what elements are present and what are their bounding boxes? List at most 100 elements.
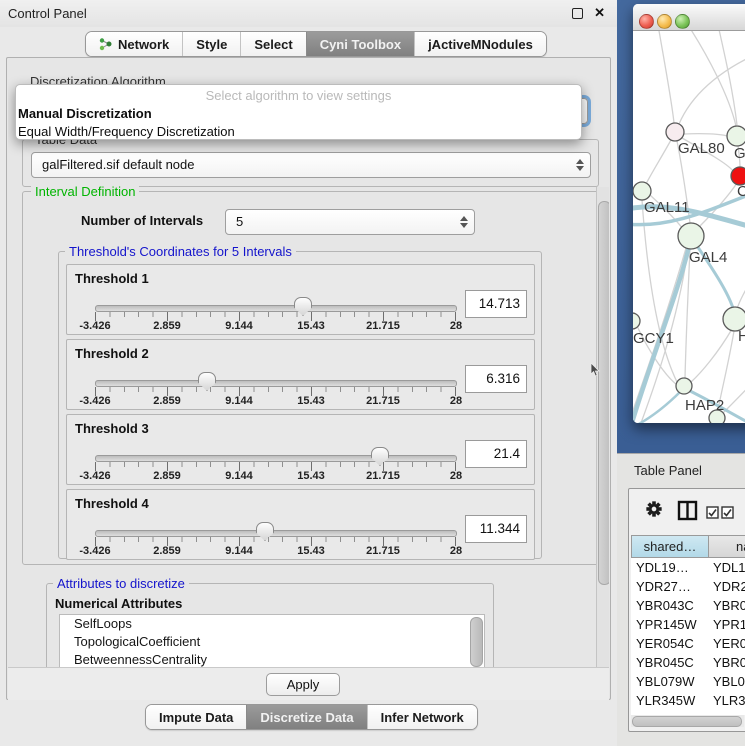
- close-traffic-light[interactable]: [639, 14, 654, 29]
- control-panel-titlebar: Control Panel ✕: [0, 0, 617, 27]
- numerical-attributes-list: SelfLoops TopologicalCoefficient Between…: [59, 614, 485, 667]
- scrollbar-thumb[interactable]: [598, 201, 609, 585]
- panel-vertical-scrollbar[interactable]: [596, 187, 609, 667]
- node-gal11[interactable]: [633, 182, 651, 200]
- tab-style[interactable]: Style: [182, 32, 240, 56]
- tick-label: 15.43: [297, 470, 325, 482]
- table-row[interactable]: YLR345WYLR3: [631, 691, 745, 710]
- list-item-selfloops[interactable]: SelfLoops: [60, 615, 484, 633]
- list-item-betweennesscentrality[interactable]: BetweennessCentrality: [60, 651, 484, 667]
- number-of-intervals-label: Number of Intervals: [81, 213, 203, 228]
- table-data-group: Table Data galFiltered.sif default node: [22, 139, 599, 187]
- table-row[interactable]: YBR045CYBR0: [631, 653, 745, 672]
- cyni-toolbox-panel: Discretization Algorithm Select algorith…: [6, 57, 611, 700]
- combo-arrows-icon: [459, 215, 468, 229]
- table-row[interactable]: YPR145WYPR1: [631, 615, 745, 634]
- threshold-1-slider-track[interactable]: [95, 305, 457, 312]
- threshold-3-slider-track[interactable]: [95, 455, 457, 462]
- tab-cyni-toolbox[interactable]: Cyni Toolbox: [306, 32, 414, 56]
- threshold-4-slider-track[interactable]: [95, 530, 457, 537]
- tab-label-cyni-toolbox: Cyni Toolbox: [320, 37, 401, 52]
- table-row[interactable]: YDR27…YDR2: [631, 577, 745, 596]
- tick-label: 15.43: [297, 395, 325, 407]
- slider-ticks: [95, 537, 456, 546]
- mouse-cursor: [590, 363, 600, 377]
- slider-ticks: [95, 387, 456, 396]
- tab-discretize-data[interactable]: Discretize Data: [246, 705, 366, 729]
- tab-jactivemnodules[interactable]: jActiveMNodules: [414, 32, 546, 56]
- list-item-topologicalcoefficient[interactable]: TopologicalCoefficient: [60, 633, 484, 651]
- panel-title: Control Panel: [8, 6, 87, 21]
- tab-select[interactable]: Select: [240, 32, 305, 56]
- dropdown-item-equal-width-frequency[interactable]: Equal Width/Frequency Discretization: [16, 123, 581, 141]
- cell-shared-name: YBL079W: [631, 672, 709, 691]
- tick-label: 9.144: [225, 320, 253, 332]
- node-label-gal11: GAL11: [644, 199, 690, 216]
- cell-shared-name: YBR043C: [631, 596, 709, 615]
- split-columns-icon[interactable]: [677, 500, 698, 521]
- apply-button[interactable]: Apply: [266, 673, 340, 696]
- node-hap2[interactable]: [676, 378, 692, 394]
- threshold-1-label: Threshold 1: [75, 271, 149, 286]
- node-label-partial-c: C: [737, 183, 745, 200]
- slider-ticks: [95, 312, 456, 321]
- scrollbar-thumb[interactable]: [632, 716, 742, 727]
- combo-arrows-icon: [575, 158, 584, 172]
- attributes-group-title: Attributes to discretize: [53, 576, 189, 591]
- numerical-attributes-heading: Numerical Attributes: [55, 596, 182, 611]
- threshold-2-label: Threshold 2: [75, 346, 149, 361]
- threshold-3-label: Threshold 3: [75, 421, 149, 436]
- tab-impute-data[interactable]: Impute Data: [146, 705, 246, 729]
- control-panel-window: Control Panel ✕ Network Style Select Cyn…: [0, 0, 618, 745]
- table-row[interactable]: YER054CYER0: [631, 634, 745, 653]
- network-icon: [99, 37, 112, 51]
- threshold-coordinates-title: Threshold's Coordinates for 5 Intervals: [65, 244, 296, 259]
- table-panel: shared… name YDL19…YDL1 YDR27…YDR2 YBR04…: [628, 488, 745, 732]
- node-label-gcy1: GCY1: [633, 330, 674, 347]
- tab-network[interactable]: Network: [86, 32, 182, 56]
- bottom-tab-bar: Impute Data Discretize Data Infer Networ…: [145, 704, 478, 730]
- table-horizontal-scrollbar[interactable]: [631, 715, 744, 727]
- threshold-1-value-field[interactable]: 14.713: [465, 290, 527, 318]
- node-label-partial-h: H: [738, 328, 745, 345]
- table-data-combobox[interactable]: galFiltered.sif default node: [31, 152, 591, 178]
- node-gal80[interactable]: [666, 123, 684, 141]
- threshold-4-value-field[interactable]: 11.344: [465, 515, 527, 543]
- node-gal4[interactable]: [678, 223, 704, 249]
- threshold-2-value-field[interactable]: 6.316: [465, 365, 527, 393]
- table-row[interactable]: YDL19…YDL1: [631, 558, 745, 577]
- minimize-traffic-light[interactable]: [657, 14, 672, 29]
- network-window-titlebar: [633, 4, 745, 31]
- gear-icon[interactable]: [645, 500, 663, 518]
- dropdown-item-manual-discretization[interactable]: Manual Discretization: [16, 105, 581, 123]
- table-row[interactable]: YBL079WYBL0: [631, 672, 745, 691]
- float-window-icon[interactable]: [572, 8, 583, 19]
- threshold-4-label: Threshold 4: [75, 496, 149, 511]
- column-header-name[interactable]: name: [709, 535, 745, 558]
- tick-label: 28: [450, 545, 462, 557]
- attributes-group: Attributes to discretize Numerical Attri…: [46, 583, 494, 667]
- tick-label: 9.144: [225, 395, 253, 407]
- node-top-right[interactable]: [727, 126, 745, 146]
- tab-label-discretize-data: Discretize Data: [260, 710, 353, 725]
- zoom-traffic-light[interactable]: [675, 14, 690, 29]
- threshold-2-slider-track[interactable]: [95, 380, 457, 387]
- tab-infer-network[interactable]: Infer Network: [367, 705, 477, 729]
- cell-shared-name: YER054C: [631, 634, 709, 653]
- checkbox-checked-icon[interactable]: [721, 506, 734, 519]
- tab-label-network: Network: [118, 37, 169, 52]
- dropdown-placeholder-item[interactable]: Select algorithm to view settings: [16, 85, 581, 105]
- scroll-viewport: Discretization Algorithm Select algorith…: [8, 59, 609, 667]
- list-scrollbar[interactable]: [470, 617, 483, 667]
- threshold-3-value-field[interactable]: 21.4: [465, 440, 527, 468]
- column-header-shared-name[interactable]: shared…: [631, 535, 709, 558]
- interval-definition-title: Interval Definition: [31, 184, 139, 199]
- checkbox-checked-icon[interactable]: [706, 506, 719, 519]
- number-of-intervals-combobox[interactable]: 5: [225, 209, 475, 235]
- apply-strip: Apply: [8, 667, 609, 700]
- table-row[interactable]: YBR043CYBR0: [631, 596, 745, 615]
- tick-label: 9.144: [225, 545, 253, 557]
- close-icon[interactable]: ✕: [594, 5, 605, 21]
- node-gcy1[interactable]: [633, 313, 640, 329]
- network-canvas[interactable]: GAL80 GA C GAL11 GAL4 GCY1 H HAP2: [633, 31, 745, 423]
